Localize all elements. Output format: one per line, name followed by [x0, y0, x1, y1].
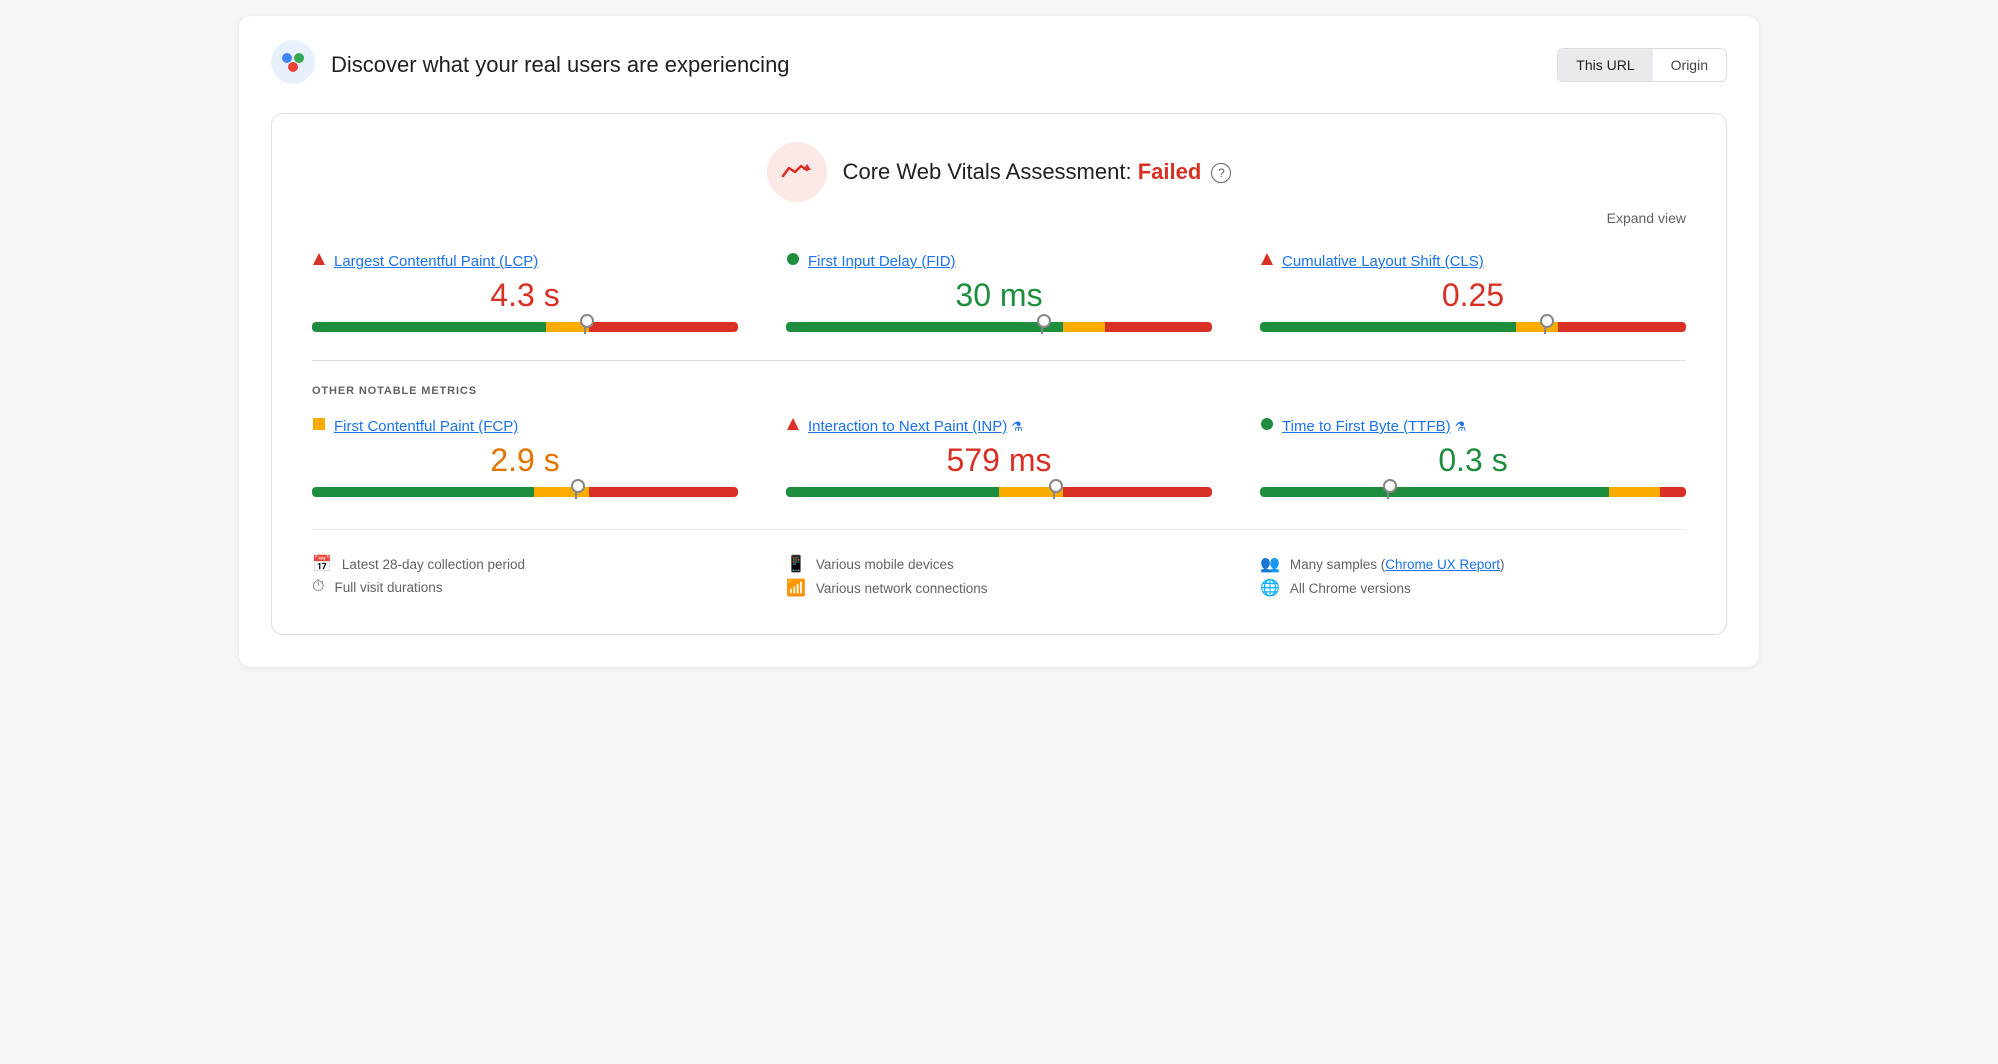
origin-button[interactable]: Origin: [1653, 49, 1726, 81]
footer-item: 📱 Various mobile devices: [786, 554, 1212, 574]
bar-marker: [575, 483, 577, 499]
lcp-value: 4.3 s: [312, 277, 738, 314]
bar-marker: [1041, 318, 1043, 334]
fcp-value: 2.9 s: [312, 442, 738, 479]
metric-card-fcp: First Contentful Paint (FCP) 2.9 s: [312, 417, 738, 497]
footer-text: Many samples (Chrome UX Report): [1290, 557, 1505, 572]
footer-item: 📶 Various network connections: [786, 578, 1212, 598]
fcp-indicator-icon: [312, 417, 326, 431]
fid-value: 30 ms: [786, 277, 1212, 314]
bar-marker: [584, 318, 586, 334]
main-panel: Core Web Vitals Assessment: Failed ? Exp…: [271, 113, 1727, 635]
expand-view-container: Expand view: [312, 210, 1686, 228]
inp-name[interactable]: Interaction to Next Paint (INP)⚗: [808, 418, 1023, 435]
footer-icon: ⏱: [312, 578, 324, 596]
fid-indicator-icon: [786, 252, 800, 266]
metric-card-fid: First Input Delay (FID) 30 ms: [786, 252, 1212, 332]
metric-bar: [312, 487, 738, 497]
fid-name[interactable]: First Input Delay (FID): [808, 253, 956, 270]
fid-indicator: [786, 252, 800, 271]
metric-card-ttfb: Time to First Byte (TTFB)⚗ 0.3 s: [1260, 417, 1686, 497]
footer: 📅 Latest 28-day collection period ⏱ Full vi…: [312, 529, 1686, 602]
ttfb-name[interactable]: Time to First Byte (TTFB)⚗: [1282, 418, 1466, 435]
metric-name-row-lcp: Largest Contentful Paint (LCP): [312, 252, 738, 271]
footer-link[interactable]: Chrome UX Report: [1385, 557, 1500, 572]
help-icon[interactable]: ?: [1211, 163, 1231, 183]
logo-icon: [271, 40, 315, 89]
ttfb-flask-icon: ⚗: [1455, 419, 1467, 435]
expand-view-link[interactable]: Expand view: [1607, 210, 1686, 226]
other-metrics-label: OTHER NOTABLE METRICS: [312, 385, 1686, 397]
metric-card-lcp: Largest Contentful Paint (LCP) 4.3 s: [312, 252, 738, 332]
lcp-name[interactable]: Largest Contentful Paint (LCP): [334, 253, 538, 270]
cls-indicator: [1260, 252, 1274, 271]
url-origin-toggle[interactable]: This URL Origin: [1557, 48, 1727, 82]
metric-name-row-cls: Cumulative Layout Shift (CLS): [1260, 252, 1686, 271]
footer-col-3: 👥 Many samples (Chrome UX Report) 🌐 All Chr…: [1260, 554, 1686, 602]
metric-name-row-ttfb: Time to First Byte (TTFB)⚗: [1260, 417, 1686, 436]
assessment-status: Failed: [1138, 159, 1202, 184]
metric-bar: [1260, 322, 1686, 332]
footer-icon: 📱: [786, 554, 806, 574]
metric-name-row-inp: Interaction to Next Paint (INP)⚗: [786, 417, 1212, 436]
bar-marker: [1387, 483, 1389, 499]
assessment-icon: [767, 142, 827, 202]
inp-value: 579 ms: [786, 442, 1212, 479]
bar-marker: [1053, 483, 1055, 499]
ttfb-indicator: [1260, 417, 1274, 436]
cls-name[interactable]: Cumulative Layout Shift (CLS): [1282, 253, 1484, 270]
assessment-title: Core Web Vitals Assessment: Failed ?: [843, 159, 1232, 184]
footer-icon: 📅: [312, 554, 332, 574]
metric-bar: [312, 322, 738, 332]
footer-text: Various network connections: [816, 581, 988, 596]
inp-indicator: [786, 417, 800, 436]
footer-text: Various mobile devices: [816, 557, 954, 572]
footer-icon: 📶: [786, 578, 806, 598]
assessment-header: Core Web Vitals Assessment: Failed ?: [312, 142, 1686, 202]
footer-text: All Chrome versions: [1290, 581, 1411, 596]
metric-name-row-fid: First Input Delay (FID): [786, 252, 1212, 271]
footer-item: 🌐 All Chrome versions: [1260, 578, 1686, 598]
metric-bar: [786, 322, 1212, 332]
page-title: Discover what your real users are experi…: [331, 52, 790, 78]
fcp-name[interactable]: First Contentful Paint (FCP): [334, 418, 518, 435]
footer-item: ⏱ Full visit durations: [312, 578, 738, 596]
metric-card-inp: Interaction to Next Paint (INP)⚗ 579 ms: [786, 417, 1212, 497]
metric-name-row-fcp: First Contentful Paint (FCP): [312, 417, 738, 436]
footer-icon: 👥: [1260, 554, 1280, 574]
other-metrics-grid: First Contentful Paint (FCP) 2.9 s Inter…: [312, 417, 1686, 497]
page-header: Discover what your real users are experi…: [271, 40, 1727, 89]
core-metrics-grid: Largest Contentful Paint (LCP) 4.3 s Fir…: [312, 252, 1686, 332]
footer-text: Latest 28-day collection period: [342, 557, 525, 572]
footer-icon: 🌐: [1260, 578, 1280, 598]
ttfb-indicator-icon: [1260, 417, 1274, 431]
footer-item: 📅 Latest 28-day collection period: [312, 554, 738, 574]
metric-card-cls: Cumulative Layout Shift (CLS) 0.25: [1260, 252, 1686, 332]
bar-marker: [1544, 318, 1546, 334]
assessment-title-row: Core Web Vitals Assessment: Failed ?: [843, 159, 1232, 185]
metric-bar: [1260, 487, 1686, 497]
fcp-indicator: [312, 417, 326, 436]
lcp-indicator: [312, 252, 326, 271]
this-url-button[interactable]: This URL: [1558, 49, 1652, 81]
cls-value: 0.25: [1260, 277, 1686, 314]
footer-col-2: 📱 Various mobile devices 📶 Various network …: [786, 554, 1212, 602]
footer-col-1: 📅 Latest 28-day collection period ⏱ Full vi…: [312, 554, 738, 602]
footer-text: Full visit durations: [334, 580, 442, 595]
metric-bar: [786, 487, 1212, 497]
inp-indicator-icon: [786, 417, 800, 431]
inp-flask-icon: ⚗: [1011, 419, 1023, 435]
ttfb-value: 0.3 s: [1260, 442, 1686, 479]
cls-indicator-icon: [1260, 252, 1274, 266]
lcp-indicator-icon: [312, 252, 326, 266]
footer-item: 👥 Many samples (Chrome UX Report): [1260, 554, 1686, 574]
divider: [312, 360, 1686, 361]
